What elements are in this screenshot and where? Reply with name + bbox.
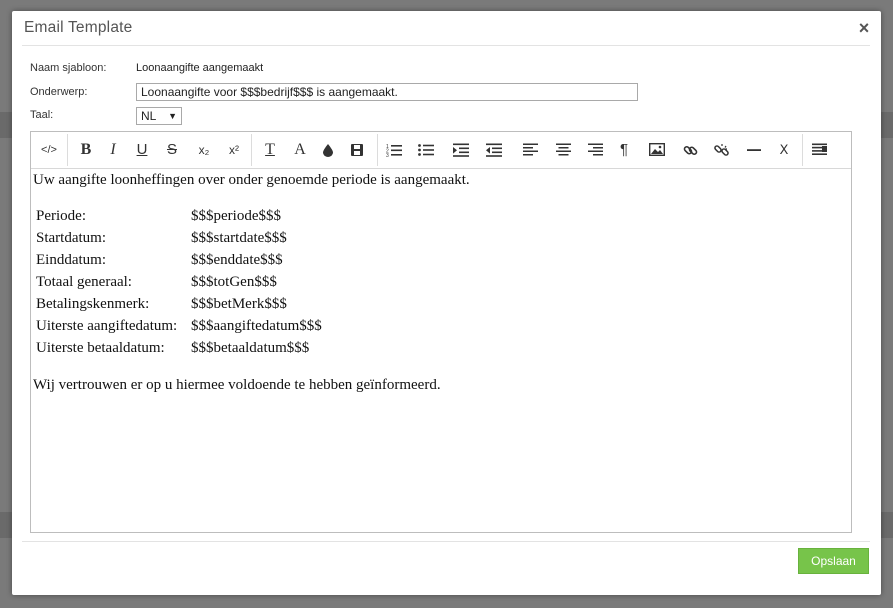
footer-divider	[22, 541, 870, 542]
font-color-button[interactable]: A	[289, 140, 311, 160]
svg-text:3: 3	[386, 153, 389, 157]
row-value-betalingskenmerk: $$$betMerk$$$	[191, 296, 287, 312]
subject-input[interactable]	[136, 83, 638, 101]
template-name-label: Naam sjabloon:	[30, 62, 107, 74]
rich-text-editor: </> B I U S x₂ x² T A 123 ¶ Ⅹ Uw aangift…	[30, 131, 852, 533]
language-label: Taal:	[30, 109, 54, 121]
link-icon[interactable]	[679, 140, 701, 160]
close-button[interactable]: ×	[855, 19, 873, 37]
toolbar-separator	[67, 134, 68, 166]
align-right-icon[interactable]	[584, 140, 606, 160]
save-button[interactable]: Opslaan	[798, 548, 869, 574]
toolbar-separator	[377, 134, 378, 166]
image-icon[interactable]	[646, 140, 668, 160]
dialog-header: Email Template ×	[12, 11, 881, 45]
fullscreen-icon[interactable]	[808, 140, 830, 160]
indent-icon[interactable]	[450, 140, 472, 160]
dropdown-arrow-icon: ▼	[168, 111, 177, 121]
save-format-icon[interactable]	[346, 140, 368, 160]
unlink-icon[interactable]	[710, 140, 732, 160]
underline-button[interactable]: U	[131, 140, 153, 160]
align-left-icon[interactable]	[519, 140, 541, 160]
row-label-periode: Periode:	[36, 208, 86, 224]
row-label-aangiftedatum: Uiterste aangiftedatum:	[36, 318, 178, 334]
horizontal-rule-icon[interactable]	[743, 140, 765, 160]
row-label-betaaldatum: Uiterste betaaldatum:	[36, 340, 165, 356]
closing-paragraph: Wij vertrouwen er op u hiermee voldoende…	[33, 377, 441, 393]
outdent-icon[interactable]	[483, 140, 505, 160]
ordered-list-icon[interactable]: 123	[383, 140, 405, 160]
row-value-totaal: $$$totGen$$$	[191, 274, 277, 290]
language-select[interactable]: NL ▼	[136, 107, 182, 125]
row-label-betalingskenmerk: Betalingskenmerk:	[36, 296, 150, 312]
subscript-button[interactable]: x₂	[193, 140, 215, 160]
subject-label: Onderwerp:	[30, 86, 88, 98]
bold-button[interactable]: B	[75, 140, 97, 160]
row-label-startdatum: Startdatum:	[36, 230, 106, 246]
strikethrough-button[interactable]: S	[161, 140, 183, 160]
toolbar-separator	[802, 134, 803, 166]
row-value-periode: $$$periode$$$	[191, 208, 281, 224]
dialog-title: Email Template	[24, 19, 133, 36]
row-label-einddatum: Einddatum:	[36, 252, 106, 268]
row-value-betaaldatum: $$$betaaldatum$$$	[191, 340, 310, 356]
row-label-totaal: Totaal generaal:	[36, 274, 132, 290]
header-divider	[22, 45, 870, 46]
unordered-list-icon[interactable]	[415, 140, 437, 160]
email-template-dialog: Email Template × Naam sjabloon: Loonaang…	[12, 11, 881, 595]
row-value-aangiftedatum: $$$aangiftedatum$$$	[191, 318, 322, 334]
toolbar-separator	[251, 134, 252, 166]
italic-button[interactable]: I	[102, 140, 124, 160]
code-view-button[interactable]: </>	[38, 140, 60, 160]
row-value-einddatum: $$$enddate$$$	[191, 252, 283, 268]
editor-toolbar: </> B I U S x₂ x² T A 123 ¶ Ⅹ	[31, 132, 851, 169]
language-selected-value: NL	[141, 109, 157, 123]
superscript-button[interactable]: x²	[223, 140, 245, 160]
intro-paragraph: Uw aangifte loonheffingen over onder gen…	[33, 172, 470, 188]
highlight-icon[interactable]	[317, 140, 339, 160]
font-size-button[interactable]: T	[259, 140, 281, 160]
template-name-value: Loonaangifte aangemaakt	[136, 62, 264, 74]
paragraph-icon[interactable]: ¶	[613, 140, 635, 160]
clear-format-icon[interactable]: Ⅹ	[773, 140, 795, 160]
row-value-startdatum: $$$startdate$$$	[191, 230, 287, 246]
align-center-icon[interactable]	[552, 140, 574, 160]
